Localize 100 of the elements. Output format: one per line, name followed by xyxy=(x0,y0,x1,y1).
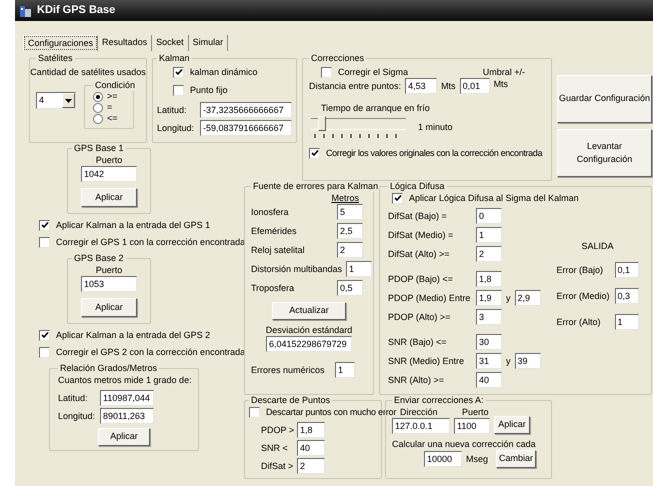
label: PDOP (Bajo) <= xyxy=(388,273,454,285)
checkbox[interactable]: Corregir el GPS 2 con la corrección encontrada xyxy=(39,346,246,358)
label: Distancia entre puntos: xyxy=(309,80,402,92)
group-title: Fuente de errores para Kalman xyxy=(252,181,380,192)
text-field[interactable]: 1 xyxy=(614,314,638,330)
group-title: Relación Grados/Metros xyxy=(59,363,158,374)
label: Cuantos metros mide 1 grado de: xyxy=(58,374,190,386)
group-title: GPS Base 2 xyxy=(73,253,125,264)
caret-icon xyxy=(65,98,72,102)
group-title: Correcciones xyxy=(310,53,366,64)
text-field[interactable]: 1 xyxy=(335,362,355,378)
checkbox[interactable]: Corregir los valores originales con la corrección encontrada xyxy=(309,147,542,159)
button[interactable]: Aplicar xyxy=(98,428,150,446)
check-icon xyxy=(40,331,48,339)
checkbox[interactable]: Aplicar Kalman a la entrada del GPS 2 xyxy=(39,329,210,341)
group-title: Descarte de Puntos xyxy=(250,395,332,406)
text-field[interactable]: -37,3235666666667 xyxy=(200,102,292,118)
text-field[interactable]: 4,53 xyxy=(405,78,438,94)
text-field[interactable]: 6,04152298679729 xyxy=(266,336,352,352)
button[interactable]: Cambiar xyxy=(496,450,536,468)
check-icon xyxy=(174,68,182,76)
button[interactable]: Aplicar xyxy=(81,188,137,207)
checkbox[interactable]: Aplicar Kalman a la entrada del GPS 1 xyxy=(39,219,210,231)
text-field[interactable]: 31 xyxy=(476,353,502,369)
label: DifSat (Bajo) = xyxy=(388,210,448,222)
window-title: KDif GPS Base xyxy=(37,3,116,18)
tab[interactable]: Configuraciones xyxy=(23,35,98,51)
text-field[interactable]: 30 xyxy=(476,334,502,350)
text-field[interactable]: 2,9 xyxy=(514,290,540,306)
label: Cantidad de satélites usados xyxy=(30,66,146,78)
text-field[interactable]: 1053 xyxy=(81,276,137,292)
slider-track[interactable] xyxy=(311,118,406,130)
label: Mts xyxy=(494,78,508,90)
checkbox[interactable]: Descartar puntos con mucho error xyxy=(249,406,396,418)
check-icon xyxy=(310,149,318,157)
text-field[interactable]: 1 xyxy=(346,261,372,277)
radio-button[interactable]: >= xyxy=(93,91,118,102)
label: SALIDA xyxy=(581,240,614,252)
text-field[interactable]: 40 xyxy=(476,372,502,388)
button[interactable]: Aplicar xyxy=(494,416,530,434)
label: Puerto xyxy=(96,154,122,166)
label: DifSat (Medio) = xyxy=(388,229,454,241)
text-field[interactable]: 1,8 xyxy=(297,422,325,438)
text-field[interactable]: 2 xyxy=(297,458,325,474)
text-field[interactable]: 39 xyxy=(514,353,540,369)
checkbox[interactable]: Punto fijo xyxy=(173,84,228,96)
text-field[interactable]: 0,3 xyxy=(614,288,638,304)
text-field[interactable]: -59,0837916666667 xyxy=(200,120,292,136)
label: Reloj satelital xyxy=(251,244,305,256)
label: y xyxy=(505,292,512,304)
slider-thumb[interactable] xyxy=(318,116,326,131)
label: Latitud: xyxy=(157,104,187,116)
checkbox[interactable]: Corregir el Sigma xyxy=(321,66,408,78)
text-field[interactable]: 1 xyxy=(476,227,502,243)
text-field[interactable]: 40 xyxy=(297,440,325,456)
button[interactable]: Aplicar xyxy=(81,298,137,317)
button[interactable]: Actualizar xyxy=(272,302,346,320)
radio-button[interactable]: <= xyxy=(93,113,118,124)
app-icon xyxy=(19,4,33,18)
text-field[interactable]: 89011,263 xyxy=(100,408,154,424)
label: Error (Bajo) xyxy=(556,264,604,276)
text-field[interactable]: 0,01 xyxy=(460,78,490,94)
group-title: Condición xyxy=(94,80,136,91)
label: Mseg xyxy=(466,453,488,465)
text-field[interactable]: 2 xyxy=(476,246,502,262)
radio-button[interactable]: = xyxy=(93,102,112,113)
label: PDOP (Alto) >= xyxy=(388,311,452,323)
label: Efemérides xyxy=(251,225,297,237)
label: Longitud: xyxy=(157,122,194,134)
label: Mts xyxy=(441,80,456,92)
label: Errores numéricos xyxy=(251,364,325,376)
label: Latitud: xyxy=(58,392,89,404)
label: Puerto xyxy=(461,406,490,418)
text-field[interactable]: 1,8 xyxy=(476,271,502,287)
label: Calcular una nueva corrección cada xyxy=(392,438,537,450)
button[interactable]: Guardar Configuración xyxy=(557,75,652,123)
button[interactable]: Levantar Configuración xyxy=(557,129,652,177)
label: Error (Medio) xyxy=(556,290,608,302)
label: SNR < xyxy=(261,442,289,454)
checkbox[interactable]: Aplicar Lógica Difusa al Sigma del Kalman xyxy=(388,192,579,204)
text-field[interactable]: 1,9 xyxy=(476,290,502,306)
label: Troposfera xyxy=(251,282,294,294)
text-field[interactable]: 0 xyxy=(476,208,502,224)
label: Umbral +/- xyxy=(482,66,526,78)
text-field[interactable]: 110987,044 xyxy=(100,390,154,406)
text-field[interactable]: 0,5 xyxy=(337,280,363,296)
label: Error (Alto) xyxy=(556,316,602,328)
text-field[interactable]: 1100 xyxy=(454,418,490,434)
text-field[interactable]: 127.0.0.1 xyxy=(392,418,450,434)
text-field[interactable]: 2 xyxy=(337,242,363,258)
checkbox[interactable]: kalman dinámico xyxy=(173,66,258,78)
dropdown[interactable]: 4 xyxy=(36,92,76,109)
text-field[interactable]: 10000 xyxy=(424,451,462,467)
text-field[interactable]: 3 xyxy=(476,309,502,325)
text-field[interactable]: 5 xyxy=(337,204,363,220)
text-field[interactable]: 1042 xyxy=(81,166,137,182)
label: SNR (Bajo) <= xyxy=(388,336,448,348)
text-field[interactable]: 2,5 xyxy=(337,223,363,239)
checkbox[interactable]: Corregir el GPS 1 con la corrección encontrada xyxy=(39,236,246,248)
text-field[interactable]: 0,1 xyxy=(614,262,638,278)
